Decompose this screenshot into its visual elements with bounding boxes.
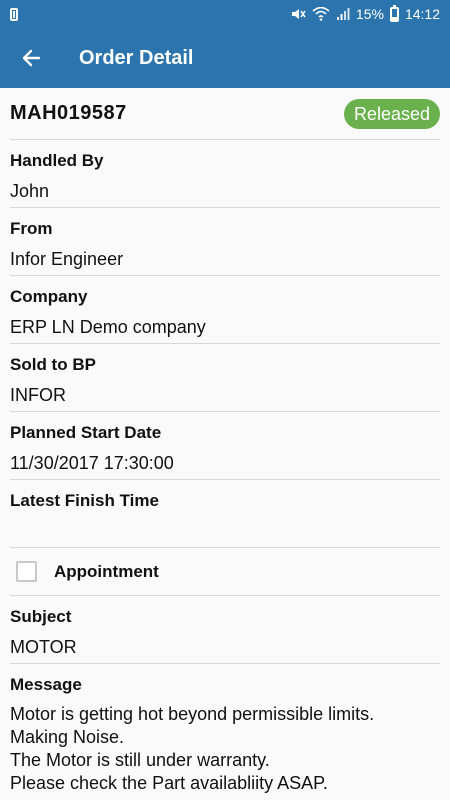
- sim-card-icon: [10, 7, 18, 21]
- mute-icon: [291, 9, 306, 19]
- arrow-back-icon: [22, 49, 41, 67]
- order-id: MAH019587: [10, 102, 127, 124]
- field-company: Company ERP LN Demo company: [10, 276, 440, 344]
- field-message: Message Motor is getting hot beyond perm…: [10, 664, 440, 795]
- field-sold-to-bp: Sold to BP INFOR: [10, 344, 440, 412]
- page-title: Order Detail: [79, 46, 194, 69]
- appointment-checkbox[interactable]: [16, 561, 37, 582]
- order-header: MAH019587 Released: [10, 88, 440, 140]
- clock: 14:12: [404, 6, 440, 22]
- wifi-icon: [312, 7, 330, 21]
- message-text: Motor is getting hot beyond permissible …: [10, 704, 375, 793]
- back-button[interactable]: [0, 28, 62, 88]
- status-bar: 15% 14:12: [0, 0, 450, 28]
- field-label: From: [10, 219, 53, 238]
- field-label: Sold to BP: [10, 355, 96, 374]
- field-label: Message: [10, 675, 82, 694]
- field-subject: Subject MOTOR: [10, 596, 440, 664]
- field-value: ERP LN Demo company: [10, 317, 206, 337]
- field-from: From Infor Engineer: [10, 208, 440, 276]
- field-label: Company: [10, 287, 88, 306]
- field-value: John: [10, 181, 50, 201]
- field-value: MOTOR: [10, 637, 77, 657]
- status-badge: Released: [343, 98, 440, 129]
- field-value: Infor Engineer: [10, 249, 124, 269]
- app-toolbar: Order Detail: [0, 28, 450, 88]
- appointment-row[interactable]: Appointment: [10, 548, 440, 596]
- signal-icon: [336, 8, 350, 20]
- appointment-label: Appointment: [54, 561, 159, 581]
- field-label: Subject: [10, 607, 72, 626]
- field-label: Planned Start Date: [10, 423, 162, 442]
- field-planned-start-date: Planned Start Date 11/30/2017 17:30:00: [10, 412, 440, 480]
- battery-icon: [389, 4, 399, 22]
- field-latest-finish-time: Latest Finish Time: [10, 480, 440, 548]
- field-label: Handled By: [10, 151, 104, 170]
- field-value: [10, 514, 440, 544]
- field-value: INFOR: [10, 385, 66, 405]
- battery-percent: 15%: [355, 6, 384, 22]
- field-value: 11/30/2017 17:30:00: [10, 453, 174, 473]
- field-label: Latest Finish Time: [10, 491, 159, 510]
- order-detail-content: MAH019587 Released Handled By John From …: [0, 88, 450, 795]
- field-handled-by: Handled By John: [10, 140, 440, 208]
